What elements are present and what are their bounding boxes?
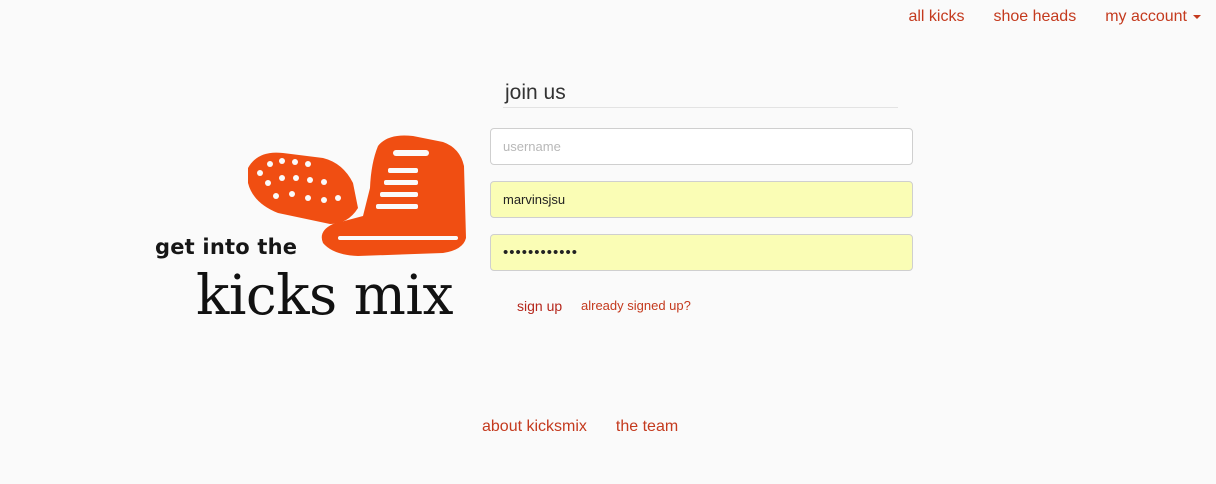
nav-my-account-label: my account — [1105, 8, 1187, 25]
footer-team-link[interactable]: the team — [616, 418, 678, 436]
already-signed-up-link[interactable]: already signed up? — [581, 298, 691, 313]
sign-up-button[interactable]: sign up — [517, 298, 562, 314]
nav-all-kicks[interactable]: all kicks — [908, 8, 964, 26]
nav-shoe-heads[interactable]: shoe heads — [993, 8, 1076, 26]
form-title: join us — [505, 81, 566, 104]
username-input[interactable] — [490, 128, 913, 165]
nav-my-account[interactable]: my account — [1105, 8, 1201, 26]
site-logo: get into the kicks mix — [150, 128, 470, 332]
footer-about-link[interactable]: about kicksmix — [482, 418, 587, 436]
logo-tagline: get into the — [155, 235, 298, 259]
second-field-input[interactable] — [490, 181, 913, 218]
footer: about kicksmix the team — [482, 418, 707, 436]
logo-name: kicks mix — [196, 263, 454, 327]
password-input[interactable] — [490, 234, 913, 271]
caret-down-icon — [1193, 15, 1201, 19]
top-nav: all kicks shoe heads my account — [879, 8, 1201, 26]
form-title-divider — [503, 107, 898, 108]
